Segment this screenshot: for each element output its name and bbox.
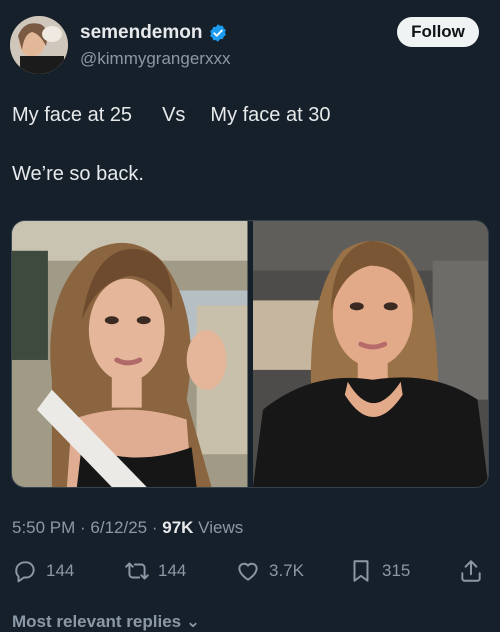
meta-separator: ·	[75, 518, 91, 537]
tweet-actions: 144 144 3.7K 315	[0, 558, 500, 588]
reply-count: 144	[46, 561, 75, 580]
meta-separator: ·	[147, 518, 163, 537]
tweet-text-left: My face at 25	[12, 104, 133, 126]
display-name-row: semendemon	[80, 22, 230, 44]
reply-icon	[15, 561, 35, 583]
tweet-media	[11, 220, 489, 488]
share-button[interactable]	[458, 558, 484, 584]
media-photo-left[interactable]	[12, 221, 248, 487]
tweet-time[interactable]: 5:50 PM	[12, 518, 75, 537]
heart-icon	[238, 562, 258, 581]
replies-sort-toggle[interactable]: Most relevant replies ⌄	[12, 612, 200, 632]
tweet-text-vs: Vs	[162, 104, 186, 126]
bookmark-button[interactable]: 315	[348, 558, 410, 584]
avatar-photo	[10, 16, 68, 74]
like-count: 3.7K	[269, 561, 304, 580]
views-label: Views	[193, 518, 244, 537]
follow-button[interactable]: Follow	[397, 17, 479, 47]
user-handle[interactable]: @kimmygrangerxxx	[80, 49, 230, 69]
retweet-button[interactable]: 144	[124, 558, 186, 584]
reply-button[interactable]: 144	[12, 558, 74, 584]
tweet-header: semendemon @kimmygrangerxxx Follow	[0, 0, 500, 80]
selfie-photo-right	[252, 221, 488, 487]
views-count[interactable]: 97K	[162, 518, 193, 537]
verified-badge-icon	[210, 24, 227, 42]
selfie-photo-left	[12, 221, 248, 487]
user-names: semendemon @kimmygrangerxxx	[80, 22, 230, 69]
share-icon	[461, 560, 481, 582]
tweet-meta: 5:50 PM · 6/12/25 · 97K Views	[12, 518, 243, 538]
tweet-date[interactable]: 6/12/25	[90, 518, 147, 537]
retweet-count: 144	[158, 561, 187, 580]
tweet-line-1: My face at 25 Vs My face at 30	[12, 104, 330, 127]
avatar[interactable]	[10, 16, 68, 74]
tweet-text-right: My face at 30	[210, 104, 331, 126]
media-photo-right[interactable]	[252, 221, 488, 487]
tweet-text: My face at 25 Vs My face at 30 We’re so …	[12, 104, 330, 186]
display-name[interactable]: semendemon	[80, 22, 202, 44]
bookmark-count: 315	[382, 561, 411, 580]
tweet-line-2: We’re so back.	[12, 163, 144, 185]
bookmark-icon	[353, 560, 369, 582]
like-button[interactable]: 3.7K	[235, 558, 304, 584]
retweet-icon	[125, 562, 149, 580]
